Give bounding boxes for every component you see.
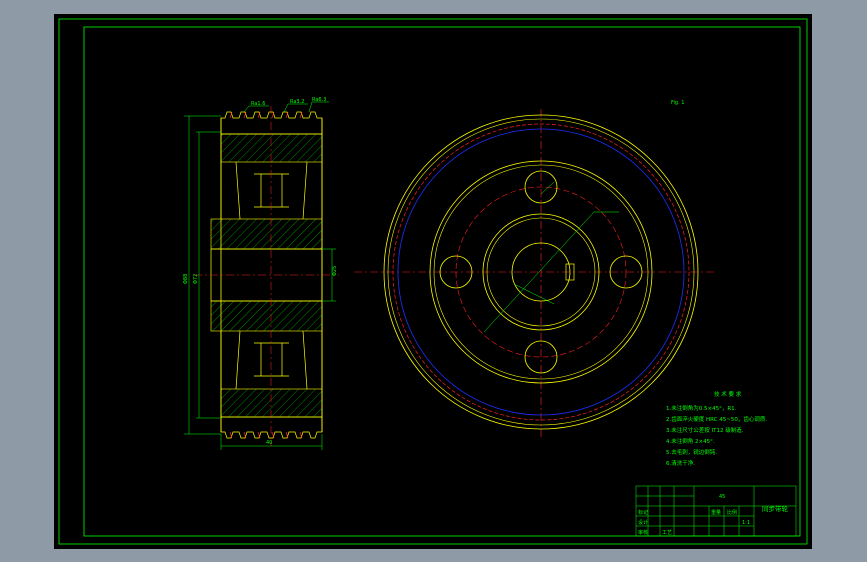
dim-width-label: 40 bbox=[266, 440, 272, 446]
drawing-canvas[interactable]: Φ88 Φ72 Φ25 40 Ra1.6 Ra3.2 Ra6.3 Fig. 1 … bbox=[54, 14, 812, 549]
roughness-1: Ra1.6 bbox=[251, 101, 265, 107]
dim-inner-label: Φ72 bbox=[193, 274, 199, 284]
inner-frame bbox=[83, 26, 801, 537]
dim-bore-label: Φ25 bbox=[332, 266, 338, 276]
front-view[interactable]: Fig. 1 bbox=[354, 100, 716, 439]
note-line-1: 1.未注倒角为0.5×45°，R1. bbox=[666, 404, 737, 412]
cad-viewport[interactable]: Φ88 Φ72 Φ25 40 Ra1.6 Ra3.2 Ra6.3 Fig. 1 … bbox=[54, 14, 812, 549]
note-line-6: 6.清洗干净. bbox=[666, 459, 695, 467]
hatch-hub-bottom bbox=[210, 300, 323, 332]
scale-label: 比例 bbox=[727, 509, 737, 516]
web-lower bbox=[220, 330, 323, 390]
technical-notes: 技 术 要 求 1.未注倒角为0.5×45°，R1. 2.齿面淬火硬度 HRC … bbox=[666, 390, 767, 467]
teeth-bottom bbox=[220, 416, 323, 439]
note-line-5: 5.去毛刺，锐边倒钝. bbox=[666, 448, 717, 456]
material: 45 bbox=[719, 494, 725, 500]
note-line-4: 4.未注倒角 2×45°. bbox=[666, 437, 715, 445]
weight-label: 重量 bbox=[711, 509, 721, 516]
teeth-top bbox=[220, 111, 323, 135]
scale-value: 1:1 bbox=[742, 520, 750, 526]
hatch-hub-top bbox=[210, 218, 323, 250]
note-line-2: 2.齿面淬火硬度 HRC 45~50，齿心调质. bbox=[666, 415, 767, 423]
row-label-2: 设计 bbox=[638, 519, 648, 526]
front-dimensions bbox=[483, 181, 619, 333]
note-line-3: 3.未注尺寸公差按 IT12 级制造. bbox=[666, 426, 744, 434]
row-label-4: 工艺 bbox=[662, 530, 672, 536]
sheet-label: Fig. 1 bbox=[671, 100, 684, 106]
hatch-bottom bbox=[220, 388, 323, 418]
roughness-2: Ra3.2 bbox=[290, 99, 304, 105]
part-name: 同步带轮 bbox=[762, 504, 789, 513]
roughness-3: Ra6.3 bbox=[312, 97, 326, 103]
dim-outer-label: Φ88 bbox=[183, 274, 189, 284]
row-label-1: 标记 bbox=[638, 509, 648, 516]
notes-heading: 技 术 要 求 bbox=[714, 390, 742, 398]
row-label-3: 审核 bbox=[638, 529, 648, 536]
hatch-top bbox=[220, 133, 323, 163]
section-view[interactable]: Φ88 Φ72 Φ25 40 Ra1.6 Ra3.2 Ra6.3 bbox=[183, 97, 339, 450]
web-upper bbox=[220, 161, 323, 220]
